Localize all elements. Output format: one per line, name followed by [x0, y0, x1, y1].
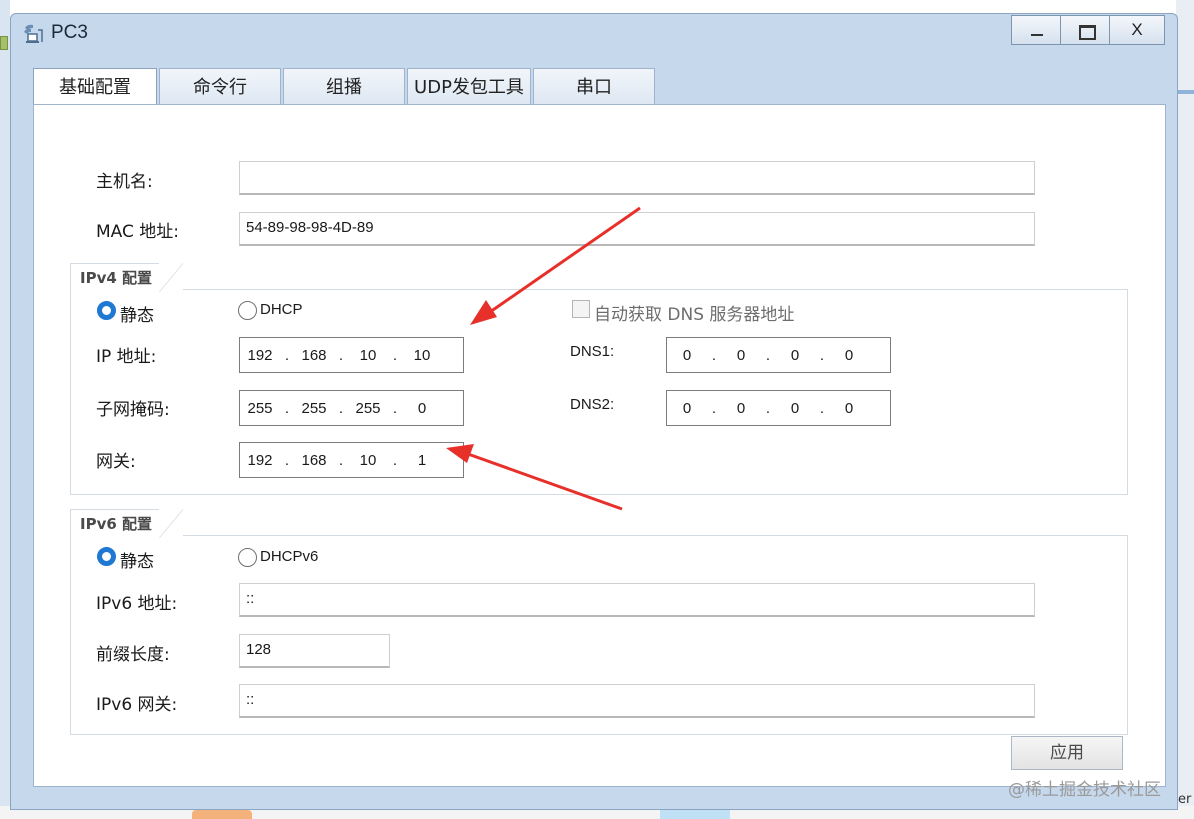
tab-basic-config[interactable]: 基础配置 [33, 68, 157, 108]
ipv4-dhcp-radio[interactable] [238, 301, 257, 320]
pc3-config-window: PC3 X 基础配置 命令行 组播 UDP发包工具 串口 主机名: MAC 地址… [10, 13, 1178, 810]
tab-multicast[interactable]: 组播 [283, 68, 405, 106]
dns1-octet-4: 0 [844, 346, 854, 364]
ip-separator: . [284, 451, 290, 469]
ipv4-dhcp-label: DHCP [260, 301, 303, 318]
dns1-input[interactable]: 0. 0. 0. 0 [666, 337, 891, 373]
ip-separator: . [392, 451, 398, 469]
ipv6-address-input[interactable]: :: [239, 583, 1035, 617]
mac-address-label: MAC 地址: [96, 222, 179, 242]
gateway-octet-4: 1 [417, 451, 427, 469]
mask-octet-4: 0 [417, 399, 427, 417]
ip-separator: . [711, 399, 717, 417]
mask-octet-3: 255 [355, 399, 381, 417]
ipv4-static-label: 静态 [120, 306, 154, 326]
mask-octet-1: 255 [247, 399, 273, 417]
hostname-input[interactable] [239, 161, 1035, 195]
background-app-text: er [1178, 792, 1192, 807]
ipv6-gateway-input[interactable]: :: [239, 684, 1035, 718]
dns2-input[interactable]: 0. 0. 0. 0 [666, 390, 891, 426]
dns2-label: DNS2: [570, 396, 615, 413]
dns1-octet-3: 0 [790, 346, 800, 364]
dns2-octet-3: 0 [790, 399, 800, 417]
ip-octet-3: 10 [359, 346, 377, 364]
ip-separator: . [765, 399, 771, 417]
ip-separator: . [819, 399, 825, 417]
ipv6-dhcpv6-label: DHCPv6 [260, 548, 319, 565]
ip-address-label: IP 地址: [96, 347, 157, 367]
tab-udp-tool[interactable]: UDP发包工具 [407, 68, 531, 106]
gateway-label: 网关: [96, 452, 136, 472]
gateway-octet-1: 192 [247, 451, 273, 469]
ipv6-dhcpv6-radio[interactable] [238, 548, 257, 567]
window-title: PC3 [51, 22, 88, 43]
prefix-length-input[interactable]: 128 [239, 634, 390, 668]
mac-address-input[interactable]: 54-89-98-98-4D-89 [239, 212, 1035, 246]
ip-separator: . [338, 399, 344, 417]
background-app-line [1176, 90, 1194, 94]
ipv6-static-radio[interactable] [97, 547, 116, 566]
ipv4-static-radio[interactable] [97, 301, 116, 320]
window-controls: X [1011, 15, 1165, 45]
background-shape [192, 810, 252, 819]
apply-button[interactable]: 应用 [1011, 736, 1123, 770]
ip-separator: . [711, 346, 717, 364]
dns1-label: DNS1: [570, 343, 615, 360]
title-bar[interactable]: PC3 X [11, 14, 1177, 54]
ip-address-input[interactable]: 192. 168. 10. 10 [239, 337, 464, 373]
ipv6-address-label: IPv6 地址: [96, 594, 178, 614]
tab-serial[interactable]: 串口 [533, 68, 655, 106]
dns2-octet-4: 0 [844, 399, 854, 417]
auto-dns-checkbox[interactable] [572, 300, 590, 318]
subnet-mask-label: 子网掩码: [96, 400, 170, 420]
gateway-octet-2: 168 [301, 451, 327, 469]
dns1-octet-2: 0 [736, 346, 746, 364]
gateway-octet-3: 10 [359, 451, 377, 469]
ip-separator: . [338, 451, 344, 469]
watermark: @稀土掘金技术社区 [1008, 780, 1161, 800]
gateway-input[interactable]: 192. 168. 10. 1 [239, 442, 464, 478]
ip-separator: . [392, 346, 398, 364]
ip-separator: . [284, 399, 290, 417]
ip-octet-1: 192 [247, 346, 273, 364]
close-button[interactable]: X [1109, 15, 1165, 45]
ip-octet-2: 168 [301, 346, 327, 364]
prefix-length-label: 前缀长度: [96, 645, 170, 665]
minimize-button[interactable] [1011, 15, 1061, 45]
hostname-label: 主机名: [96, 172, 153, 192]
ip-separator: . [284, 346, 290, 364]
background-app-edge-right [1176, 0, 1194, 819]
ip-separator: . [338, 346, 344, 364]
ipv6-gateway-label: IPv6 网关: [96, 695, 178, 715]
basic-config-panel: 主机名: MAC 地址: 54-89-98-98-4D-89 IPv4 配置 静… [33, 104, 1166, 787]
ip-separator: . [392, 399, 398, 417]
subnet-mask-input[interactable]: 255. 255. 255. 0 [239, 390, 464, 426]
tab-bar: 基础配置 命令行 组播 UDP发包工具 串口 [33, 68, 657, 108]
dns1-octet-1: 0 [682, 346, 692, 364]
ip-separator: . [765, 346, 771, 364]
mask-octet-2: 255 [301, 399, 327, 417]
background-app-icon [0, 36, 8, 50]
maximize-button[interactable] [1060, 15, 1110, 45]
pc-app-icon [24, 24, 43, 43]
auto-dns-label: 自动获取 DNS 服务器地址 [594, 305, 795, 325]
background-app-edge-left [0, 0, 10, 819]
dns2-octet-2: 0 [736, 399, 746, 417]
tab-command-line[interactable]: 命令行 [159, 68, 281, 106]
ip-octet-4: 10 [413, 346, 431, 364]
dns2-octet-1: 0 [682, 399, 692, 417]
ipv4-group-title: IPv4 配置 [70, 263, 183, 292]
ipv6-static-label: 静态 [120, 552, 154, 572]
ipv6-group-title: IPv6 配置 [70, 509, 183, 538]
ip-separator: . [819, 346, 825, 364]
